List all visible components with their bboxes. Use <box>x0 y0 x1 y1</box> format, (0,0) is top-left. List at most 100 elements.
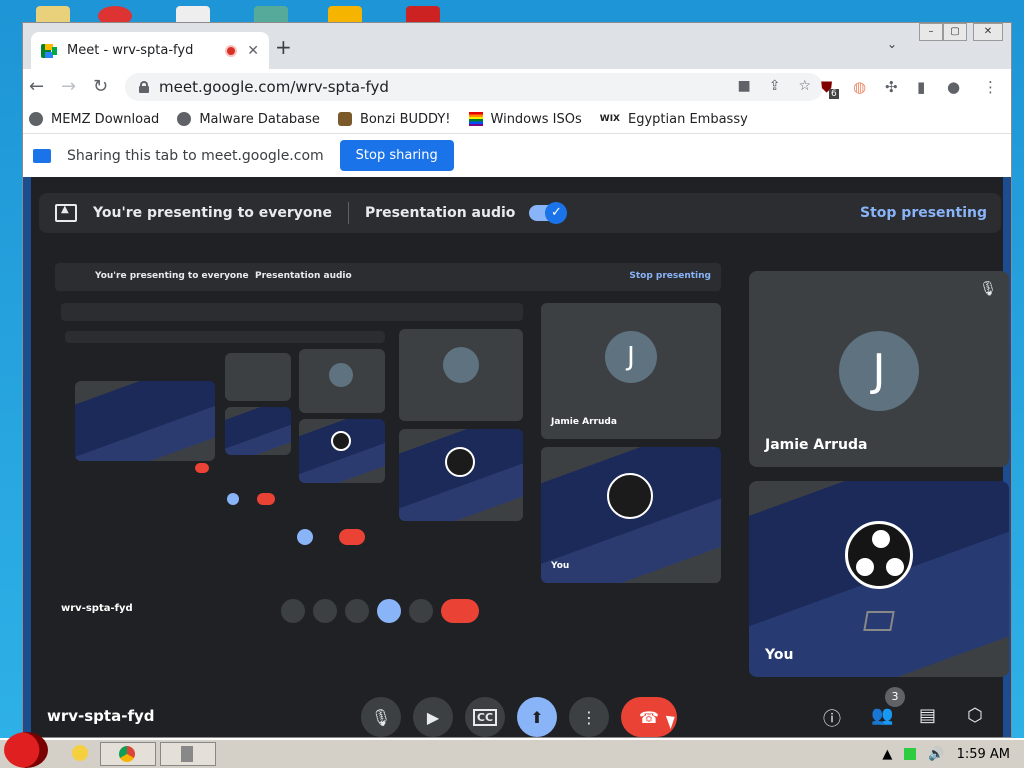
preview-avatar <box>329 363 353 387</box>
lock-icon[interactable] <box>139 81 149 93</box>
bookmark-malware[interactable]: Malware Database <box>177 112 320 127</box>
close-icon[interactable]: ✕ <box>247 43 259 59</box>
activities-icon[interactable]: ⬡ <box>967 705 983 726</box>
info-icon[interactable]: ⓘ <box>823 705 841 731</box>
obs-icon <box>845 521 913 589</box>
preview-tile-name: Jamie Arruda <box>551 417 617 427</box>
new-tab-icon[interactable]: + <box>275 35 292 59</box>
maximize-button[interactable]: ▢ <box>943 23 967 41</box>
bookmark-memz[interactable]: MEMZ Download <box>29 112 159 127</box>
presentation-preview: You're presenting to everyone Presentati… <box>47 263 723 653</box>
tab-title: Meet - wrv-spta-fyd <box>67 43 194 58</box>
taskbar-chrome[interactable] <box>100 742 156 766</box>
chevron-down-icon[interactable]: ⌄ <box>887 37 897 51</box>
meeting-code: wrv-spta-fyd <box>47 707 155 725</box>
preview-hangup-button <box>441 599 479 623</box>
more-vert-icon: ⋮ <box>581 707 597 727</box>
more-options-button[interactable]: ⋮ <box>569 697 609 737</box>
chrome-icon <box>119 746 135 762</box>
menu-icon[interactable]: ⋮ <box>983 78 998 96</box>
bookmark-egyptian-embassy[interactable]: WIX Egyptian Embassy <box>600 112 748 127</box>
preview-avatar <box>443 347 479 383</box>
present-now-icon: ⬆ <box>530 707 544 727</box>
preview-stop-presenting: Stop presenting <box>629 271 711 281</box>
profile-icon[interactable]: ● <box>947 78 960 96</box>
close-window-button[interactable]: ✕ <box>973 23 1003 41</box>
bookmark-bonzi[interactable]: Bonzi BUDDY! <box>337 112 451 127</box>
participants-badge: 3 <box>885 687 905 707</box>
minimize-button[interactable]: – <box>919 23 943 41</box>
present-button[interactable]: ⬆ <box>517 697 557 737</box>
meet-page: You're presenting to everyone Presentati… <box>23 177 1011 737</box>
present-icon <box>55 204 77 222</box>
bookmarks-bar: MEMZ Download Malware Database Bonzi BUD… <box>23 105 1011 133</box>
back-icon[interactable]: ← <box>29 77 44 97</box>
preview-tile-you <box>75 381 215 461</box>
participant-name: You <box>765 647 794 663</box>
clock[interactable]: 1:59 AM <box>957 747 1010 762</box>
stop-sharing-button[interactable]: Stop sharing <box>339 140 454 171</box>
extension-badge: 6 <box>829 89 839 99</box>
preview-level-2 <box>61 303 531 573</box>
star-icon[interactable]: ☆ <box>798 78 811 94</box>
volume-icon[interactable]: 🔊 <box>928 747 944 762</box>
reload-icon[interactable]: ↻ <box>93 77 108 97</box>
presenting-text: You're presenting to everyone <box>93 205 332 221</box>
sharing-bar: Sharing this tab to meet.google.com Stop… <box>23 133 1011 177</box>
url-text: meet.google.com/wrv-spta-fyd <box>159 78 389 96</box>
mic-button[interactable]: 🎙 <box>361 697 401 737</box>
presentation-audio-toggle[interactable] <box>529 202 568 224</box>
preview-tile-jamie <box>299 349 385 413</box>
preview-more-button <box>409 599 433 623</box>
sharing-text: Sharing this tab to meet.google.com <box>67 147 324 164</box>
preview-tile-jamie <box>225 353 291 401</box>
start-button[interactable] <box>4 732 48 768</box>
preview-banner: You're presenting to everyone Presentati… <box>55 263 721 291</box>
mic-icon: 🎙 <box>370 707 392 727</box>
preview-mic-button <box>281 599 305 623</box>
tab-strip: Meet - wrv-spta-fyd ✕ + ⌄ – ▢ ✕ <box>23 23 1011 69</box>
share-icon[interactable]: ⇪ <box>769 78 781 94</box>
preview-tile-jamie <box>399 329 523 421</box>
system-tray: ▲ 🔊 1:59 AM <box>872 742 1020 766</box>
preview-tile-you <box>399 429 523 521</box>
translate-icon[interactable]: ◍ <box>853 78 866 96</box>
preview-camera-button <box>313 599 337 623</box>
participant-name: Jamie Arruda <box>765 437 868 453</box>
captions-icon: CC <box>472 708 498 726</box>
forward-icon[interactable]: → <box>61 77 76 97</box>
share-screen-icon <box>33 148 51 163</box>
preview-tile-you: You <box>541 447 721 583</box>
address-bar[interactable]: meet.google.com/wrv-spta-fyd ■ ⇪ ☆ <box>125 73 823 101</box>
chat-icon[interactable]: ▤ <box>919 705 936 726</box>
preview-captions-button <box>345 599 369 623</box>
preview-banner <box>61 303 523 321</box>
globe-icon <box>177 112 192 126</box>
bookmark-windows-isos[interactable]: Windows ISOs <box>468 112 582 127</box>
rainbow-flag-icon <box>468 112 483 126</box>
extensions-icon[interactable]: ✣ <box>885 78 898 96</box>
taskbar-app[interactable] <box>160 742 216 766</box>
preview-present-button <box>297 529 313 545</box>
side-panel-icon[interactable]: ▮ <box>917 78 925 96</box>
participant-tile-jamie[interactable]: 🎙 J Jamie Arruda <box>749 271 1009 467</box>
preview-present-button <box>227 493 239 505</box>
participant-tile-you[interactable]: You <box>749 481 1009 677</box>
camera-icon[interactable]: ■ <box>737 78 750 94</box>
tab-meet[interactable]: Meet - wrv-spta-fyd ✕ <box>31 32 269 69</box>
people-icon[interactable]: 👥 <box>871 705 893 726</box>
app-icon <box>181 746 193 762</box>
preview-tile-you <box>299 419 385 483</box>
preview-banner <box>65 331 385 343</box>
camera-icon: ▶ <box>426 707 440 727</box>
preview-avatar: J <box>605 331 657 383</box>
browser-toolbar: ← → ↻ meet.google.com/wrv-spta-fyd ■ ⇪ ☆… <box>23 69 1011 105</box>
stop-presenting-link[interactable]: Stop presenting <box>860 205 987 221</box>
preview-tile-jamie: J Jamie Arruda <box>541 303 721 439</box>
quick-launch-icon[interactable] <box>72 745 88 761</box>
network-icon[interactable] <box>904 748 917 760</box>
camera-button[interactable]: ▶ <box>413 697 453 737</box>
tray-up-icon[interactable]: ▲ <box>882 747 892 762</box>
preview-hangup-button <box>195 463 209 473</box>
captions-button[interactable]: CC <box>465 697 505 737</box>
